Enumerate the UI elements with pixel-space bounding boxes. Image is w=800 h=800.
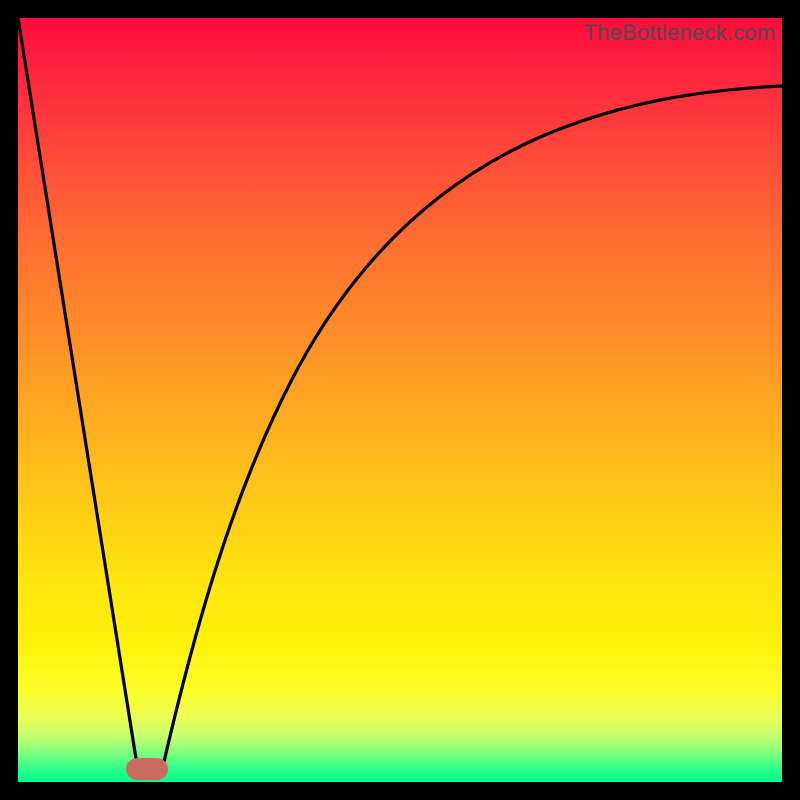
chart-frame: TheBottleneck.com	[18, 18, 782, 782]
optimal-marker	[126, 758, 168, 780]
bottleneck-curve	[18, 18, 782, 782]
curve-left-branch	[18, 18, 137, 765]
curve-right-branch	[163, 86, 782, 766]
